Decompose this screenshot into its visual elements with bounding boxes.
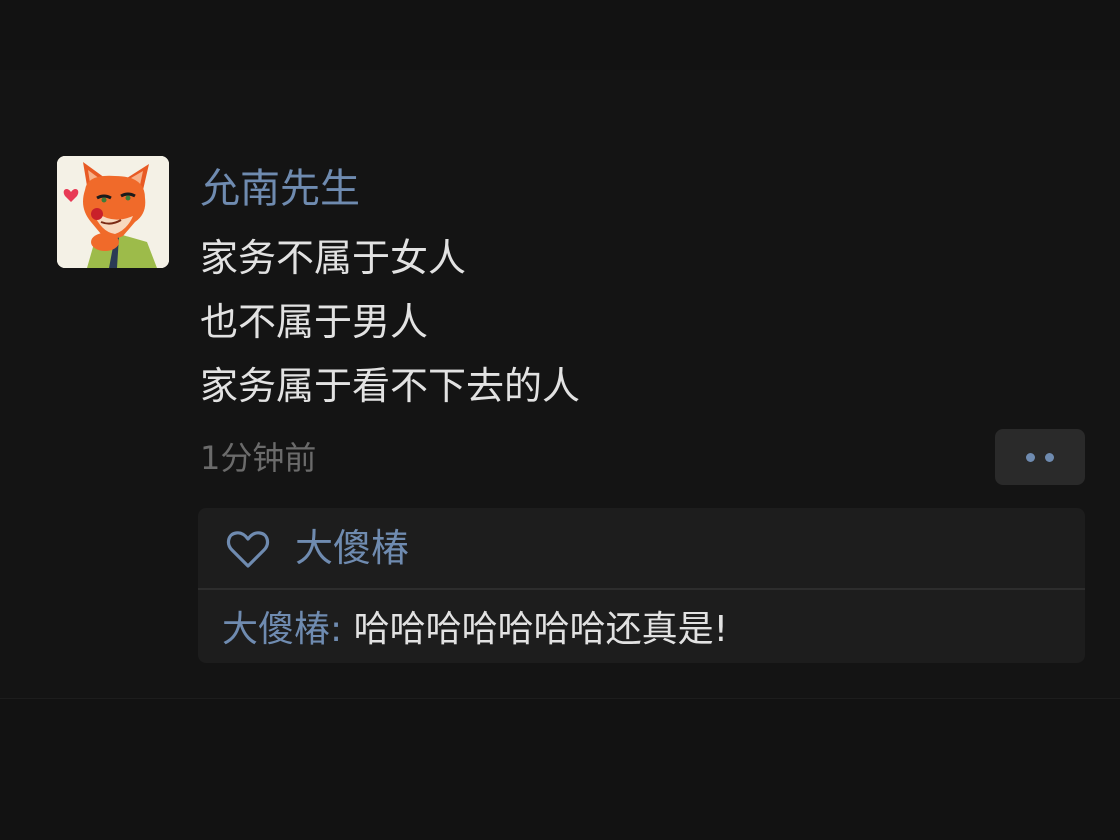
post-timestamp: 1分钟前 bbox=[200, 439, 317, 477]
fox-avatar-icon bbox=[57, 156, 169, 268]
post-content-line: 家务不属于女人 bbox=[200, 236, 467, 280]
likes-row: 大傻椿 bbox=[198, 508, 1085, 590]
like-username[interactable]: 大傻椿 bbox=[295, 522, 409, 574]
more-dot-icon bbox=[1045, 452, 1054, 462]
post-content-line: 家务属于看不下去的人 bbox=[200, 364, 581, 408]
comment-text: 哈哈哈哈哈哈哈还真是! bbox=[353, 609, 729, 650]
post-content: 家务不属于女人 也不属于男人 家务属于看不下去的人 bbox=[200, 226, 1080, 418]
post-username[interactable]: 允南先生 bbox=[200, 162, 360, 216]
comment-separator: : bbox=[330, 609, 354, 650]
moment-post: 允南先生 家务不属于女人 也不属于男人 家务属于看不下去的人 1分钟前 大傻椿 … bbox=[0, 70, 1120, 699]
more-dot-icon bbox=[1026, 452, 1035, 462]
more-actions-button[interactable] bbox=[995, 429, 1085, 485]
post-content-line: 也不属于男人 bbox=[200, 300, 429, 344]
heart-icon bbox=[226, 531, 270, 568]
comment-author[interactable]: 大傻椿 bbox=[222, 609, 330, 650]
likes-comments-panel: 大傻椿 大傻椿: 哈哈哈哈哈哈哈还真是! bbox=[198, 508, 1085, 663]
user-avatar[interactable] bbox=[57, 156, 169, 268]
comment-item[interactable]: 大傻椿: 哈哈哈哈哈哈哈还真是! bbox=[222, 606, 728, 654]
